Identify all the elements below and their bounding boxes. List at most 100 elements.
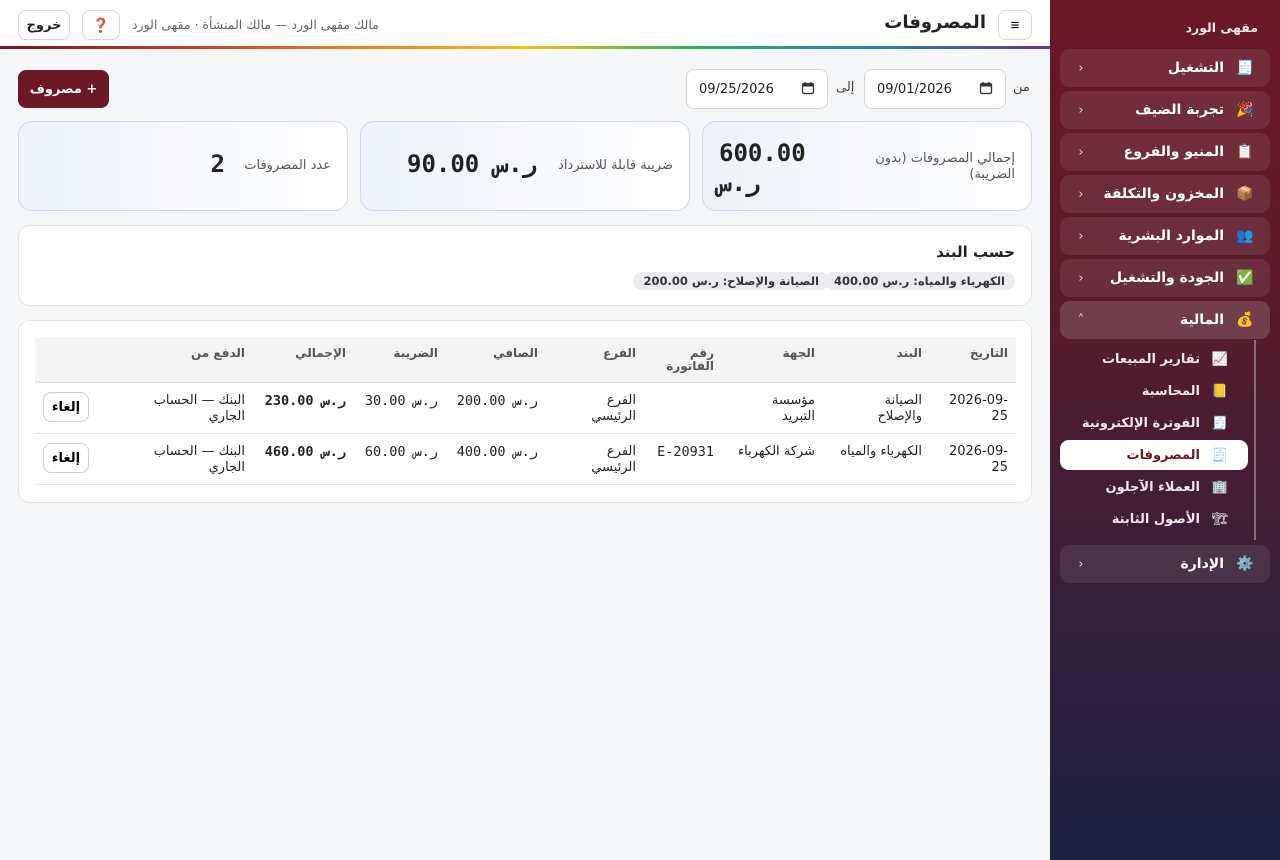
page-title: المصروفات xyxy=(884,12,986,33)
top-bar: ≡ المصروفات مالك مقهى الورد — مالك المنش… xyxy=(0,0,1050,47)
sidebar-item-label: الفوترة الإلكترونية xyxy=(1081,415,1200,431)
nav-group-guest-experience[interactable]: 🎉 تجربة الضيف ‹ xyxy=(1060,91,1270,129)
user-info: مالك مقهى الورد — مالك المنشأة · مقهى ال… xyxy=(132,17,379,32)
add-expense-button[interactable]: + مصروف xyxy=(18,70,109,108)
construction-icon: 🏗 xyxy=(1211,511,1229,527)
help-button[interactable]: ❓ xyxy=(82,10,120,40)
cell-party-line1: شركة الكهرباء xyxy=(738,444,815,459)
sidebar-item-credit-customers[interactable]: 🏢 العملاء الآجلون xyxy=(1060,472,1248,502)
cell-paid-from: البنك — الحساب الجاري xyxy=(154,444,245,476)
cell-invoice: E-20931 xyxy=(657,444,714,460)
nav-group-label: الجودة والتشغيل xyxy=(1109,270,1224,286)
cancel-expense-button[interactable]: إلغاء xyxy=(43,443,89,473)
total-expenses-value: 600.00 ر.س xyxy=(717,138,806,198)
nav-group-label: الإدارة xyxy=(1180,556,1224,572)
sidebar-item-label: المصروفات xyxy=(1126,447,1201,463)
chevron-left-icon: ‹ xyxy=(1078,556,1084,572)
cell-date: -2026-09 25 xyxy=(949,393,1008,425)
sidebar-item-e-invoicing[interactable]: 🧾 الفوترة الإلكترونية xyxy=(1060,408,1248,438)
from-date-value: 09/01/2026 xyxy=(877,81,952,97)
menu-button[interactable]: ≡ xyxy=(998,10,1032,40)
nav-group-label: المالية xyxy=(1179,312,1224,328)
col-tax: الضريبة xyxy=(393,346,438,360)
clipboard-icon: 📋 xyxy=(1236,144,1254,160)
cell-net: ر.س 200.00 xyxy=(456,393,538,409)
recoverable-tax-card: ضريبة قابلة للاسترداد ر.س 90.00 xyxy=(360,121,690,211)
total-expenses-amount: 600.00 xyxy=(719,139,806,167)
recoverable-tax-label: ضريبة قابلة للاسترداد xyxy=(558,158,673,173)
from-date-input[interactable]: 09/01/2026 xyxy=(864,69,1006,109)
logout-button[interactable]: خروج xyxy=(18,10,70,40)
cell-item-line1: الكهرباء والمياه xyxy=(840,444,922,459)
party-icon: 🎉 xyxy=(1236,102,1254,118)
total-expenses-label: إجمالي المصروفات (بدون الضريبة) xyxy=(875,151,1015,182)
receipt-icon: 🧾 xyxy=(1211,415,1229,431)
nav-group-inventory[interactable]: 📦 المخزون والتكلفة ‹ xyxy=(1060,175,1270,213)
table-row: -2026-09 25 الكهرباء والمياه شركة الكهرب… xyxy=(35,434,1016,485)
cell-paid-line1: البنك — الحساب xyxy=(153,444,245,459)
cell-paid-line1: البنك — الحساب xyxy=(153,393,245,408)
sidebar-item-expenses[interactable]: 🧾 المصروفات xyxy=(1060,440,1248,470)
gear-icon: ⚙️ xyxy=(1236,556,1254,572)
office-building-icon: 🏢 xyxy=(1211,479,1229,495)
nav-group-hr[interactable]: 👥 الموارد البشرية ‹ xyxy=(1060,217,1270,255)
col-branch: الفرع xyxy=(603,346,636,360)
nav-group-menu-branches[interactable]: 📋 المنيو والفروع ‹ xyxy=(1060,133,1270,171)
col-invoice-line2: الفاتورة xyxy=(666,359,714,373)
nav-group-operations[interactable]: 🧾 التشغيل ‹ xyxy=(1060,49,1270,87)
col-item: البند xyxy=(896,346,922,360)
receipt-icon: 🧾 xyxy=(1211,447,1229,463)
to-label: إلى xyxy=(836,80,855,95)
cell-paid-from: البنك — الحساب الجاري xyxy=(154,393,245,425)
chevron-left-icon: ‹ xyxy=(1078,270,1084,286)
from-label: من xyxy=(1013,80,1030,95)
cell-party: شركة الكهرباء xyxy=(738,444,815,460)
chevron-left-icon: ‹ xyxy=(1078,228,1084,244)
chevron-left-icon: ‹ xyxy=(1078,186,1084,202)
col-net: الصافي xyxy=(493,346,538,360)
people-icon: 👥 xyxy=(1236,228,1254,244)
cell-date-line1: -2026-09 xyxy=(948,393,1008,408)
sidebar-item-accounting[interactable]: 📒 المحاسبة xyxy=(1060,376,1248,406)
cell-net: ر.س 400.00 xyxy=(456,444,538,460)
chart-up-icon: 📈 xyxy=(1211,351,1229,367)
header-accent-bar xyxy=(0,46,1050,49)
chevron-left-icon: ‹ xyxy=(1078,102,1084,118)
chevron-left-icon: ‹ xyxy=(1078,60,1084,76)
cell-branch-line1: الفرع xyxy=(606,444,636,459)
question-mark-icon: ❓ xyxy=(92,16,110,33)
ledger-icon: 📒 xyxy=(1211,383,1229,399)
col-date: التاريخ xyxy=(969,346,1008,360)
expense-count-card: عدد المصروفات 2 xyxy=(18,121,348,211)
cell-item: الكهرباء والمياه xyxy=(840,444,922,460)
col-invoice-number: رقم الفاتورة xyxy=(666,347,714,373)
hamburger-icon: ≡ xyxy=(1010,16,1020,34)
cell-tax: ر.س 60.00 xyxy=(364,444,438,460)
cancel-expense-button[interactable]: إلغاء xyxy=(43,392,89,422)
sidebar-item-label: العملاء الآجلون xyxy=(1105,479,1201,495)
to-date-input[interactable]: 09/25/2026 xyxy=(686,69,828,109)
total-expenses-card: إجمالي المصروفات (بدون الضريبة) 600.00 ر… xyxy=(702,121,1032,211)
nav-group-quality[interactable]: ✅ الجودة والتشغيل ‹ xyxy=(1060,259,1270,297)
sidebar-item-label: الأصول الثابتة xyxy=(1111,511,1200,527)
cell-item-line2: والإصلاح xyxy=(877,409,923,424)
cell-branch-line2: الرئيسي xyxy=(591,460,636,475)
calendar-icon xyxy=(979,81,993,98)
category-chip: الكهرباء والمياه: ر.س 400.00 xyxy=(824,272,1015,290)
col-paid-from: الدفع من xyxy=(190,346,245,360)
sidebar-item-fixed-assets[interactable]: 🏗 الأصول الثابتة xyxy=(1060,504,1248,534)
sidebar: مقهى الورد 🧾 التشغيل ‹ 🎉 تجربة الضيف ‹ 📋… xyxy=(1050,0,1280,860)
by-category-title: حسب البند xyxy=(936,243,1015,261)
nav-group-finance[interactable]: 💰 المالية ˄ xyxy=(1060,301,1270,339)
chevron-left-icon: ‹ xyxy=(1078,144,1084,160)
to-date-value: 09/25/2026 xyxy=(699,81,774,97)
sidebar-item-sales-reports[interactable]: 📈 تقارير المبيعات xyxy=(1060,344,1248,374)
sidebar-item-label: تقارير المبيعات xyxy=(1101,351,1200,367)
col-party: الجهة xyxy=(782,346,815,360)
cell-date-line1: -2026-09 xyxy=(948,444,1008,459)
nav-group-admin[interactable]: ⚙️ الإدارة ‹ xyxy=(1060,545,1270,583)
package-icon: 📦 xyxy=(1236,186,1254,202)
table-row: -2026-09 25 الصيانة والإصلاح مؤسسة التبر… xyxy=(35,383,1016,434)
chevron-up-icon: ˄ xyxy=(1077,312,1085,328)
table-header: التاريخ البند الجهة رقم الفاتورة الفرع ا… xyxy=(35,337,1016,383)
